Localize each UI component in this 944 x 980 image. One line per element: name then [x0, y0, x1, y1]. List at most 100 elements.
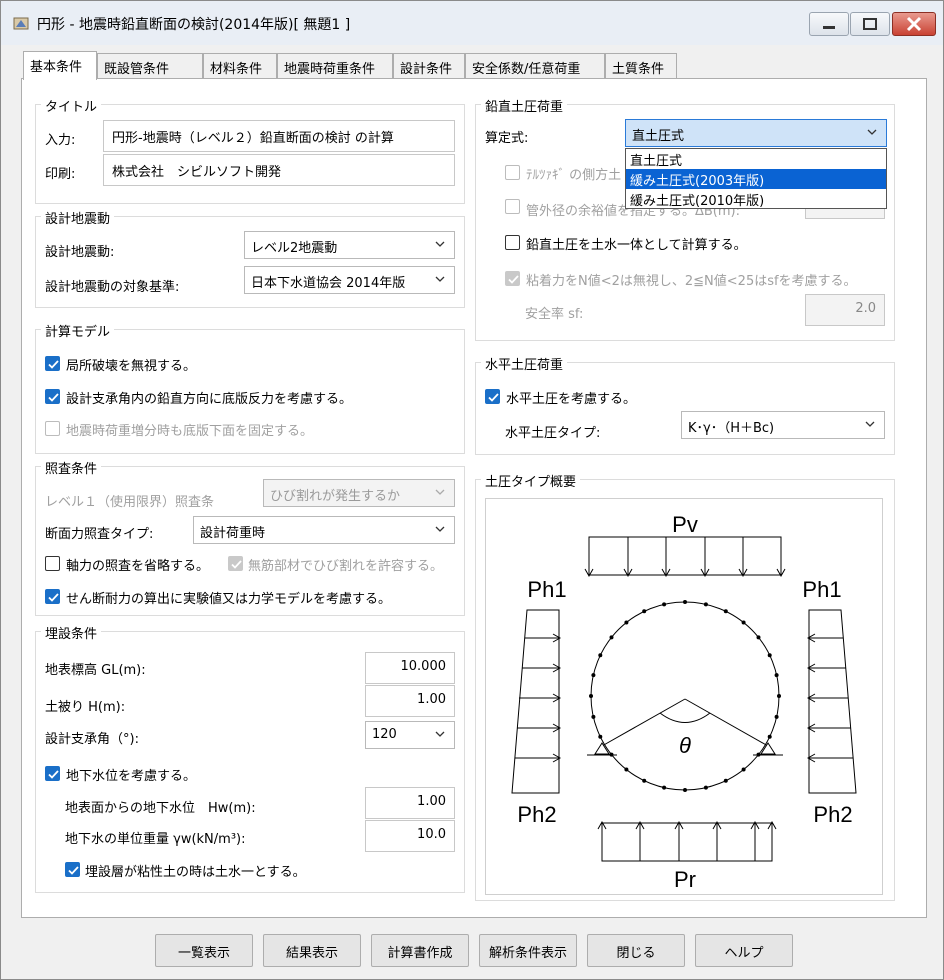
print-field[interactable]: 株式会社 シビルソフト開発: [103, 154, 455, 186]
level1-check-select[interactable]: ひび割れが発生するか: [263, 479, 455, 507]
horizontal-pressure-consider-label: 水平土圧を考慮する。: [506, 392, 637, 407]
horizontal-type-select[interactable]: K･γ･（H＋Bc): [681, 411, 885, 439]
chevron-down-icon: [435, 276, 445, 282]
chevron-down-icon: [435, 731, 445, 737]
minimize-button[interactable]: [809, 12, 849, 36]
cover-depth-field[interactable]: 1.00: [365, 685, 455, 717]
terzaghi-checkbox[interactable]: [505, 165, 520, 180]
list-view-button[interactable]: 一覧表示: [155, 934, 253, 967]
pipe-circle: [590, 601, 780, 791]
pipe-node: [642, 609, 647, 614]
pipe-margin-checkbox[interactable]: [505, 199, 520, 214]
pipe-node: [642, 778, 647, 783]
formula-option-loose-2010[interactable]: 緩み土圧式(2010年版): [626, 189, 886, 209]
seismic-motion-label: 設計地震動:: [45, 245, 115, 260]
pipe-node: [741, 620, 746, 625]
cohesion-label: 粘着力をN値<2は無視し、2≦N値<25はsfを考慮する。: [526, 274, 857, 289]
pipe-node: [767, 734, 772, 739]
horizontal-type-value: K･γ･（H＋Bc): [688, 421, 775, 436]
clay-layer-checkbox[interactable]: [65, 862, 80, 877]
tab-material[interactable]: 材料条件: [203, 53, 277, 79]
analysis-conditions-button[interactable]: 解析条件表示: [479, 934, 577, 967]
water-unit-weight-field[interactable]: 10.0: [365, 820, 455, 852]
pipe-node: [624, 620, 629, 625]
pipe-node: [774, 714, 779, 719]
pipe-node: [723, 609, 728, 614]
pipe-node: [683, 600, 687, 604]
pipe-node: [609, 635, 614, 640]
tab-soil[interactable]: 土質条件: [605, 53, 677, 79]
support-angle-select[interactable]: 120: [365, 721, 455, 749]
maximize-icon: [863, 18, 877, 30]
formula-select[interactable]: 直土圧式: [625, 119, 887, 147]
cohesion-checkbox[interactable]: [505, 271, 520, 286]
section-force-type-label: 断面力照査タイプ:: [45, 527, 154, 542]
ignore-local-failure-checkbox[interactable]: [45, 356, 60, 371]
check-icon: [68, 866, 79, 875]
model-group-label: 計算モデル: [41, 321, 115, 340]
formula-option-direct[interactable]: 直土圧式: [626, 149, 886, 169]
seismic-standard-select[interactable]: 日本下水道協会 2014年版: [244, 266, 455, 294]
earth-pressure-diagram: Pv Pr Ph1 Ph2 Ph1 Ph2 θ: [511, 512, 857, 892]
chevron-down-icon: [865, 421, 875, 427]
pipe-node: [589, 694, 593, 698]
title-input-label: 入力:: [45, 133, 76, 148]
unreinforced-crack-checkbox[interactable]: [228, 556, 243, 571]
water-unit-weight-label: 地下水の単位重量 γw(kN/m³):: [65, 832, 246, 847]
maximize-button[interactable]: [850, 12, 890, 36]
fix-bottom-label: 地震時荷重増分時も底版下面を固定する。: [66, 424, 314, 439]
cover-depth-label: 土被り H(m):: [45, 700, 126, 715]
window-title: 円形 - 地震時鉛直断面の検討(2014年版)[ 無題1 ]: [37, 17, 351, 33]
unreinforced-crack-label: 無筋部材でひび割れを許容する。: [248, 559, 444, 574]
close-window-button[interactable]: [892, 12, 936, 36]
title-input-field[interactable]: 円形-地震時（レベル２）鉛直断面の検討 の計算: [103, 120, 455, 152]
groundwater-checkbox[interactable]: [45, 766, 60, 781]
main-window: 円形 - 地震時鉛直断面の検討(2014年版)[ 無題1 ] 基本条件 既設管条…: [0, 0, 944, 980]
section-force-type-select[interactable]: 設計荷重時: [193, 516, 455, 544]
check-icon: [48, 360, 59, 369]
groundwater-level-field[interactable]: 1.00: [365, 787, 455, 819]
fix-bottom-checkbox[interactable]: [45, 421, 60, 436]
left-pressure-block: [511, 609, 562, 794]
pr-load-block: [597, 820, 777, 862]
shear-model-checkbox[interactable]: [45, 589, 60, 604]
seismic-motion-value: レベル2地震動: [251, 241, 338, 256]
pipe-node: [767, 653, 772, 658]
bottom-reaction-checkbox[interactable]: [45, 389, 60, 404]
check-icon: [48, 393, 59, 402]
level1-check-value: ひび割れが発生するか: [270, 489, 401, 504]
tab-design[interactable]: 設計条件: [393, 53, 465, 79]
ph2-right-label: Ph2: [813, 802, 852, 827]
minimize-icon: [823, 26, 835, 29]
horizontal-pressure-checkbox[interactable]: [485, 389, 500, 404]
soil-water-integrated-checkbox[interactable]: [505, 235, 520, 250]
tab-existing-pipe[interactable]: 既設管条件: [97, 53, 203, 79]
check-icon: [48, 593, 59, 602]
tab-basic-conditions[interactable]: 基本条件: [23, 51, 97, 80]
soil-water-integrated-label: 鉛直土圧を土水一体として計算する。: [526, 238, 747, 253]
support-angle-label: 設計支承角（°):: [45, 732, 139, 747]
pv-label: Pv: [672, 512, 698, 537]
support-angle-value: 120: [372, 727, 397, 742]
ignore-local-failure-label: 局所破壊を無視する。: [66, 359, 197, 374]
tab-seismic-load[interactable]: 地震時荷重条件: [277, 53, 393, 79]
omit-axial-checkbox[interactable]: [45, 556, 60, 571]
close-button[interactable]: 閉じる: [587, 934, 685, 967]
formula-option-loose-2003[interactable]: 緩み土圧式(2003年版): [626, 169, 886, 189]
pipe-node: [703, 602, 708, 607]
ph1-right-label: Ph1: [802, 577, 841, 602]
pipe-node: [703, 785, 708, 790]
pipe-node: [723, 778, 728, 783]
safety-factor-field[interactable]: 2.0: [805, 294, 885, 326]
level1-check-label: レベル１（使用限界）照査条: [45, 495, 215, 510]
seismic-standard-label: 設計地震動の対象基準:: [45, 280, 180, 295]
tab-safety-factor[interactable]: 安全係数/任意荷重: [465, 53, 605, 79]
groundwater-level-label: 地表面からの地下水位 Hw(m):: [65, 801, 256, 816]
result-view-button[interactable]: 結果表示: [263, 934, 361, 967]
title-bar: 円形 - 地震時鉛直断面の検討(2014年版)[ 無題1 ]: [1, 1, 943, 45]
ground-level-field[interactable]: 10.000: [365, 652, 455, 684]
seismic-motion-select[interactable]: レベル2地震動: [244, 231, 455, 259]
create-report-button[interactable]: 計算書作成: [371, 934, 469, 967]
horizontal-pressure-label: 水平土圧荷重: [481, 354, 568, 373]
help-button[interactable]: ヘルプ: [695, 934, 793, 967]
